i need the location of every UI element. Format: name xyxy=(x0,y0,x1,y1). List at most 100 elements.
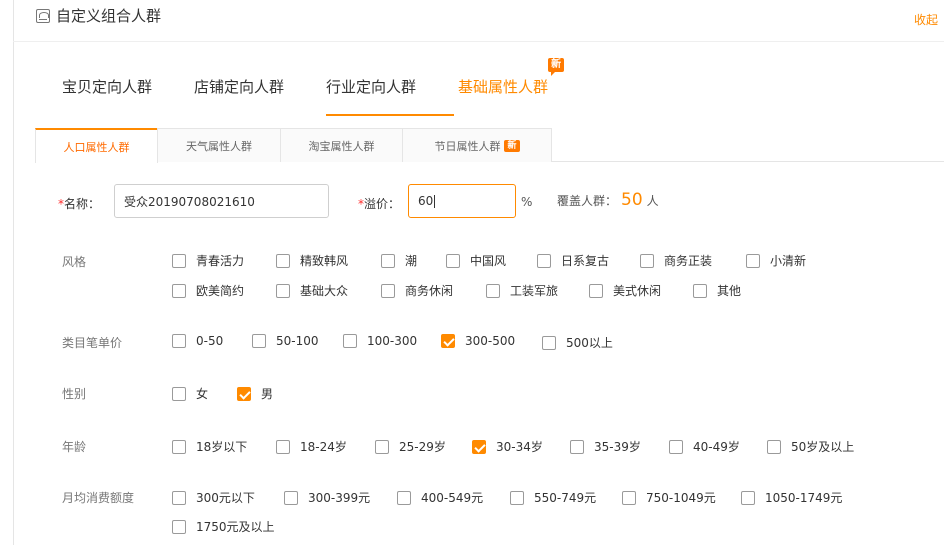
age-option[interactable]: 50岁及以上 xyxy=(767,438,854,455)
subtab-taobao-label: 淘宝属性人群 xyxy=(308,139,375,153)
checkbox-box xyxy=(622,490,636,505)
name-field-value: 受众20190708021610 xyxy=(124,194,255,209)
age-option[interactable]: 18-24岁 xyxy=(276,438,347,455)
subtab-holiday[interactable]: 节日属性人群 新 xyxy=(402,128,552,162)
gender-option[interactable]: 女 xyxy=(172,385,208,402)
spend-option[interactable]: 300-399元 xyxy=(284,489,370,506)
option-label: 日系复古 xyxy=(561,254,610,268)
age-option[interactable]: 30-34岁 xyxy=(472,438,543,455)
new-badge: 新 xyxy=(548,58,565,76)
checkbox-box xyxy=(589,283,603,298)
subtab-taobao[interactable]: 淘宝属性人群 xyxy=(280,128,403,162)
style-option[interactable]: 小清新 xyxy=(746,252,806,269)
name-premium-row: *名称： 受众20190708021610 *溢价： 60 % 覆盖人群： 50… xyxy=(0,184,944,218)
age-option[interactable]: 40-49岁 xyxy=(669,438,740,455)
option-label: 0-50 xyxy=(196,334,224,348)
checkbox-box xyxy=(510,490,524,505)
premium-field[interactable]: 60 xyxy=(408,184,516,218)
checkbox-box xyxy=(276,439,290,454)
age-label: 年龄 xyxy=(62,440,87,454)
price-option[interactable]: 100-300 xyxy=(343,334,417,348)
tab-shop-targeting[interactable]: 店铺定向人群 xyxy=(194,76,284,97)
gender-option[interactable]: 男 xyxy=(237,385,273,402)
option-label: 50岁及以上 xyxy=(791,440,855,454)
checkbox-box xyxy=(542,335,556,350)
sub-tabs: 人口属性人群 天气属性人群 淘宝属性人群 节日属性人群 新 xyxy=(35,128,944,163)
percent-unit: % xyxy=(521,195,533,209)
option-label: 基础大众 xyxy=(300,284,349,298)
name-field[interactable]: 受众20190708021610 xyxy=(114,184,329,218)
option-label: 商务正装 xyxy=(664,254,713,268)
subtab-weather[interactable]: 天气属性人群 xyxy=(157,128,281,162)
coverage-value: 50 xyxy=(621,190,643,210)
tab-basic-attributes[interactable]: 基础属性人群 新 xyxy=(458,58,565,97)
option-label: 男 xyxy=(261,387,274,401)
option-label: 1050-1749元 xyxy=(765,491,843,505)
option-label: 400-549元 xyxy=(421,491,484,505)
collapse-link[interactable]: 收起 xyxy=(914,11,938,28)
style-option[interactable]: 其他 xyxy=(693,282,741,299)
checkbox-box xyxy=(741,490,755,505)
tab-basic-attributes-label: 基础属性人群 xyxy=(458,78,549,96)
spend-option[interactable]: 1750元及以上 xyxy=(172,518,275,535)
option-label: 中国风 xyxy=(470,254,507,268)
tab-industry-targeting[interactable]: 行业定向人群 xyxy=(326,76,416,97)
style-option[interactable]: 中国风 xyxy=(446,252,506,269)
spend-option[interactable]: 550-749元 xyxy=(510,489,596,506)
style-option[interactable]: 美式休闲 xyxy=(589,282,661,299)
option-label: 其他 xyxy=(717,284,742,298)
subtab-weather-label: 天气属性人群 xyxy=(186,139,252,153)
age-option[interactable]: 18岁以下 xyxy=(172,438,247,455)
option-label: 潮 xyxy=(405,254,418,268)
coverage-info: 覆盖人群： 50 人 xyxy=(557,190,659,210)
age-option[interactable]: 25-29岁 xyxy=(375,438,446,455)
style-option[interactable]: 基础大众 xyxy=(276,282,348,299)
main-tabs: 宝贝定向人群 店铺定向人群 行业定向人群 基础属性人群 新 xyxy=(62,58,590,97)
checkbox-box xyxy=(172,490,186,505)
option-label: 100-300 xyxy=(367,334,418,348)
option-label: 30-34岁 xyxy=(496,440,543,454)
checkbox-box xyxy=(252,334,266,348)
option-label: 青春活力 xyxy=(196,254,245,268)
premium-field-value: 60 xyxy=(418,194,434,208)
option-label: 小清新 xyxy=(770,254,807,268)
style-option[interactable]: 精致韩风 xyxy=(276,252,348,269)
name-label-text: 名称： xyxy=(64,197,101,211)
spend-option[interactable]: 1050-1749元 xyxy=(741,489,842,506)
subtab-holiday-label: 节日属性人群 xyxy=(434,139,501,153)
spend-option[interactable]: 300元以下 xyxy=(172,489,255,506)
tab-item-targeting[interactable]: 宝贝定向人群 xyxy=(62,76,152,97)
text-caret xyxy=(434,194,436,208)
price-option[interactable]: 300-500 xyxy=(441,334,515,348)
price-option[interactable]: 50-100 xyxy=(252,334,319,348)
option-label: 50-100 xyxy=(276,334,319,348)
checkbox-box xyxy=(381,283,395,298)
price-option[interactable]: 0-50 xyxy=(172,334,223,348)
checkbox-box xyxy=(397,490,411,505)
style-option[interactable]: 欧美简约 xyxy=(172,282,244,299)
new-badge: 新 xyxy=(504,139,520,152)
name-label: *名称： xyxy=(58,195,100,212)
option-label: 18-24岁 xyxy=(300,440,347,454)
coverage-unit: 人 xyxy=(646,194,659,208)
style-option[interactable]: 青春活力 xyxy=(172,252,244,269)
checkbox-box xyxy=(693,283,707,298)
checkbox-box xyxy=(472,439,486,454)
premium-label-text: 溢价： xyxy=(364,197,401,211)
style-option[interactable]: 商务正装 xyxy=(640,252,712,269)
style-option[interactable]: 日系复古 xyxy=(537,252,609,269)
subtab-demographics[interactable]: 人口属性人群 xyxy=(35,128,158,163)
price-option[interactable]: 500以上 xyxy=(542,334,613,351)
style-option[interactable]: 工装军旅 xyxy=(486,282,558,299)
style-option[interactable]: 潮 xyxy=(381,252,417,269)
style-option[interactable]: 商务休闲 xyxy=(381,282,453,299)
checkbox-box xyxy=(640,253,654,268)
option-label: 750-1049元 xyxy=(646,491,716,505)
spend-option[interactable]: 750-1049元 xyxy=(622,489,716,506)
checkbox-box xyxy=(172,334,186,348)
spend-option[interactable]: 400-549元 xyxy=(397,489,483,506)
age-option[interactable]: 35-39岁 xyxy=(570,438,641,455)
spend-label: 月均消费额度 xyxy=(62,491,135,505)
checkbox-box xyxy=(343,334,357,348)
checkbox-box xyxy=(375,439,389,454)
